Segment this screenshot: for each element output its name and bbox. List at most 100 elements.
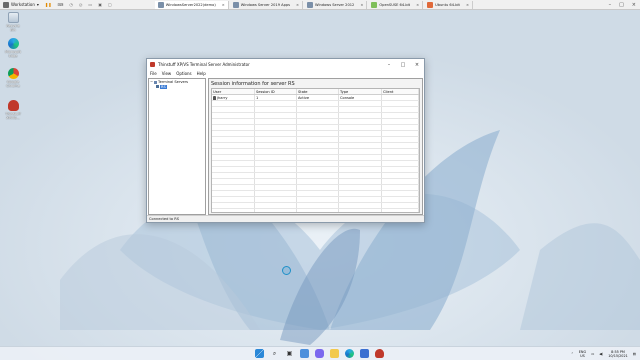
pause-button[interactable]: ❚❚ [42, 0, 55, 10]
desktop-icon-label: Thinstuff XP/VS... [5, 112, 21, 120]
language-indicator[interactable]: ENG US [579, 350, 586, 358]
desktop-icon-chrome[interactable]: Google Chrome [3, 68, 23, 88]
table-row-empty [212, 209, 419, 212]
menu-options[interactable]: Options [176, 71, 191, 76]
tree-item-server[interactable]: RS [150, 84, 204, 90]
vm-icon [232, 1, 239, 8]
snapshot-icon[interactable]: ◷ [69, 2, 73, 7]
vm-icon [427, 1, 434, 8]
close-icon[interactable]: × [296, 3, 299, 7]
cell-state: Active [297, 95, 339, 100]
chrome-icon [7, 68, 19, 79]
main-content: − Terminal Servers RS Session informatio… [148, 78, 423, 215]
vm-controls: ⌨ ◷ ◶ ▭ ▣ ▢ [55, 0, 115, 10]
taskbar-apps: ⌕ ▣ [255, 349, 384, 358]
system-tray: ⌃ ENG US ▭ ◀) 8:55 PM 10/15/2021 ▤ [571, 347, 636, 360]
vm-tabs: WindowsServer2022(demo) × Windows Server… [154, 0, 474, 9]
chat-icon[interactable] [315, 349, 324, 358]
user-name: jharry [217, 95, 228, 100]
clock[interactable]: 8:55 PM 10/15/2021 [608, 350, 628, 358]
close-icon[interactable]: × [416, 3, 419, 7]
close-icon[interactable]: × [466, 3, 469, 7]
server-icon [156, 85, 159, 89]
vm-tab-label: WindowsServer2022(demo) [165, 2, 216, 7]
server-tree: − Terminal Servers RS [148, 78, 206, 215]
snapshot-manager-icon[interactable]: ◶ [79, 2, 83, 7]
maximize-icon[interactable]: □ [619, 2, 624, 8]
close-icon[interactable]: × [360, 3, 363, 7]
desktop-icon-label: Google Chrome [6, 80, 20, 88]
vm-icon [371, 1, 378, 8]
notifications-icon[interactable]: ▤ [633, 352, 636, 356]
close-icon[interactable]: × [410, 62, 424, 68]
fullscreen-icon[interactable]: ▭ [88, 2, 92, 7]
desktop-icon-recycle-bin[interactable]: Recycle Bin [3, 12, 23, 32]
vmware-toolbar: Workstation ▾ ❚❚ ⌨ ◷ ◶ ▭ ▣ ▢ WindowsServ… [0, 0, 640, 10]
chevron-down-icon: ▾ [36, 2, 39, 7]
vmware-logo-icon [3, 1, 9, 8]
vmware-menu[interactable]: Workstation ▾ [0, 0, 42, 10]
vm-tab-1[interactable]: Windows Server 2019 Apps × [230, 0, 304, 9]
file-explorer-icon[interactable] [330, 349, 339, 358]
thinstuff-icon [7, 100, 19, 111]
vmware-menu-label: Workstation [11, 2, 35, 7]
network-icon[interactable]: ▭ [591, 352, 594, 356]
menu-help[interactable]: Help [197, 71, 206, 76]
cell-type: Console [339, 95, 382, 100]
panel-title: Session information for server RS [211, 81, 295, 87]
window-title: Thinstuff XP/VS Terminal Server Administ… [158, 62, 250, 67]
volume-icon[interactable]: ◀) [599, 352, 603, 356]
terminal-server-admin-window: Thinstuff XP/VS Terminal Server Administ… [146, 58, 425, 223]
column-header[interactable]: Type [339, 89, 382, 94]
column-header[interactable]: State [297, 89, 339, 94]
column-header[interactable]: Session ID [255, 89, 297, 94]
menu-file[interactable]: File [150, 71, 157, 76]
server-group-icon [154, 80, 158, 84]
task-view-icon[interactable]: ▣ [285, 349, 294, 358]
edge-icon[interactable] [345, 349, 354, 358]
desktop-icon-label: Microsoft Edge [5, 50, 21, 58]
close-icon[interactable]: × [222, 3, 225, 7]
minimize-icon[interactable]: – [609, 2, 612, 8]
vm-tab-4[interactable]: Ubuntu 64-bit × [424, 0, 473, 9]
vm-tab-2[interactable]: Windows Server 2012 × [304, 0, 368, 9]
store-icon[interactable] [360, 349, 369, 358]
send-keys-icon[interactable]: ⌨ [58, 2, 64, 7]
widgets-icon[interactable] [300, 349, 309, 358]
menu-bar: File View Options Help [147, 70, 424, 77]
cell-session-id: 1 [255, 95, 297, 100]
status-bar: Connected to RS [147, 215, 424, 222]
column-header[interactable]: User [212, 89, 255, 94]
vm-tab-0[interactable]: WindowsServer2022(demo) × [154, 0, 229, 9]
cell-client [382, 95, 419, 100]
desktop-icon-edge[interactable]: Microsoft Edge [3, 38, 23, 58]
session-panel: Session information for server RS User S… [208, 78, 423, 215]
collapse-icon[interactable]: − [150, 80, 153, 84]
thinstuff-icon[interactable] [375, 349, 384, 358]
recycle-bin-icon [7, 12, 19, 23]
cell-user: jharry [212, 95, 255, 100]
desktop-icon-label: Recycle Bin [6, 24, 20, 32]
start-icon[interactable] [255, 349, 264, 358]
vm-icon [307, 1, 314, 8]
chevron-up-icon[interactable]: ⌃ [571, 352, 574, 356]
maximize-icon[interactable]: □ [396, 62, 410, 68]
vmware-window-controls: – □ × [609, 2, 640, 8]
title-bar[interactable]: Thinstuff XP/VS Terminal Server Administ… [147, 59, 424, 70]
tree-item-label: Terminal Servers [158, 80, 189, 85]
console-icon[interactable]: ▢ [108, 2, 112, 7]
column-header[interactable]: Client [382, 89, 419, 94]
vm-tab-label: Windows Server 2012 [315, 2, 355, 7]
app-icon [150, 62, 155, 67]
menu-view[interactable]: View [162, 71, 172, 76]
minimize-icon[interactable]: – [382, 62, 396, 68]
close-icon[interactable]: × [632, 2, 636, 8]
vm-tab-label: Ubuntu 64-bit [435, 2, 460, 7]
edge-icon [7, 38, 19, 49]
search-icon[interactable]: ⌕ [270, 349, 279, 358]
vm-tab-label: OpenSUSE 64-bit [379, 2, 411, 7]
region-code: US [580, 354, 585, 358]
desktop-icon-thinstuff[interactable]: Thinstuff XP/VS... [3, 100, 23, 120]
vm-tab-3[interactable]: OpenSUSE 64-bit × [368, 0, 424, 9]
unity-icon[interactable]: ▣ [98, 2, 102, 7]
